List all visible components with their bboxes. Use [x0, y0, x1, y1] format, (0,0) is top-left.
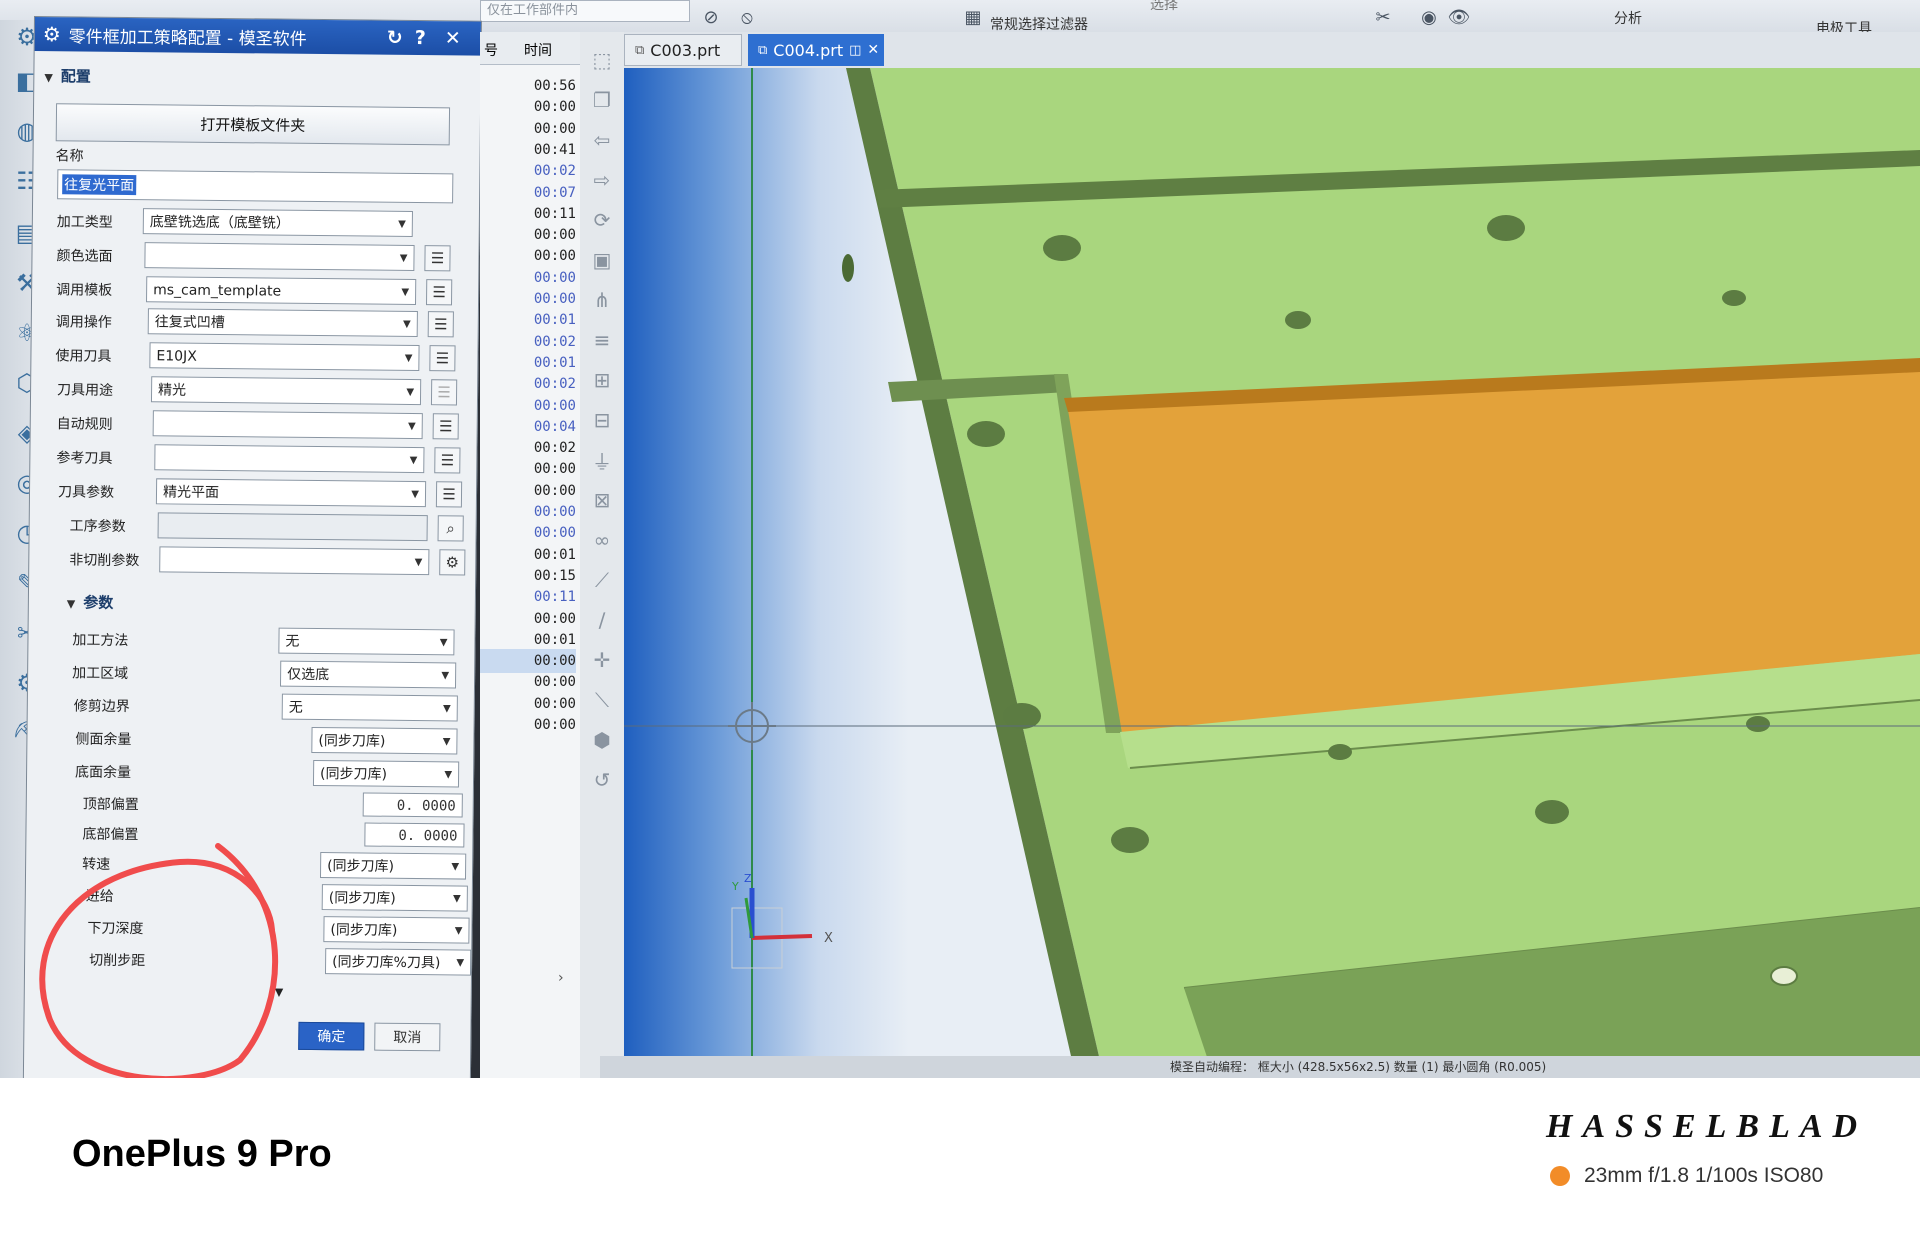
refresh-icon[interactable]: ↺ [588, 766, 616, 794]
unsaved-icon: ◫ [849, 42, 862, 58]
device-name: OnePlus 9 Pro [72, 1133, 332, 1175]
operation-time-column: 号 时间 00:56 00:00 00:00 00:41 00:02 00:07 00:11… [480, 32, 581, 1078]
chevron-down-icon: ▼ [443, 703, 451, 715]
tree-view-icon[interactable]: ⋔ [588, 286, 616, 314]
chevron-down-icon: ▼ [454, 925, 463, 937]
filter-combo[interactable]: 仅在工作部件内 [480, 0, 690, 22]
select-filter-label[interactable]: 常规选择过滤器 [990, 14, 1088, 34]
hole [1328, 744, 1352, 760]
id-column-header: 号 [484, 43, 498, 59]
select-filter-icon[interactable]: ▦ [962, 6, 984, 28]
link-icon[interactable]: ∞ [588, 526, 616, 554]
filter-icon[interactable]: ⊘ [700, 6, 722, 28]
color-face-list-icon[interactable]: ☰ [424, 245, 451, 272]
tool-purpose-list-icon[interactable]: ☰ [430, 379, 458, 406]
solid-icon[interactable]: ⬢ [588, 726, 616, 754]
close-icon[interactable]: ✕ [445, 27, 461, 49]
axis-icon[interactable]: ✛ [588, 646, 616, 674]
chevron-right-icon[interactable]: › [558, 970, 564, 986]
line-icon[interactable]: ⟋ [588, 566, 616, 594]
hole [967, 421, 1005, 447]
triad-x-label: X [824, 931, 833, 946]
slash-icon[interactable]: ∕ [588, 606, 616, 634]
funnel-icon[interactable]: ⏚ [588, 446, 616, 474]
status-text: 模圣自动编程： 框大小 (428.5x56x2.5) 数量 (1) 最小圆角 (… [1170, 1060, 1547, 1074]
non-cutting-settings-icon[interactable]: ⚙ [439, 549, 466, 576]
view-eye-icon[interactable]: 👁 [1448, 6, 1471, 28]
exif-info: 23mm f/1.8 1/100s ISO80 [1550, 1164, 1823, 1188]
rotate-view-icon[interactable]: ⟳ [588, 206, 616, 234]
chevron-down-icon: ▼ [453, 893, 461, 905]
grid-view-icon[interactable]: ⊞ [588, 366, 616, 394]
status-bar: 模圣自动编程： 框大小 (428.5x56x2.5) 数量 (1) 最小圆角 (… [600, 1056, 1920, 1078]
tab-c003-label: C003.prt [650, 40, 721, 60]
list-view-icon[interactable]: ≡ [588, 326, 616, 354]
call-template-list-icon[interactable]: ☰ [425, 279, 453, 306]
hole [1722, 290, 1746, 306]
deselect-icon[interactable]: ⦸ [736, 6, 758, 28]
screen: 仅在工作部件内 ⊘ ⦸ ▦ 常规选择过滤器 选择 ✂ ◉ 👁 分析 电极工具 ⚙… [0, 0, 1920, 1078]
arrow-left-icon[interactable]: ⇦ [588, 126, 616, 154]
select-label: 选择 [1150, 0, 1178, 13]
copy-view-icon[interactable]: ❐ [588, 86, 616, 114]
tab-c004[interactable]: ⧉ C004.prt ◫ ✕ [748, 34, 884, 66]
auto-rule-list-icon[interactable]: ☰ [432, 413, 459, 440]
reference-tool-list-icon[interactable]: ☰ [434, 447, 461, 474]
close-tab-icon[interactable]: ✕ [867, 42, 879, 58]
mcs-icon[interactable]: ◉ [1418, 6, 1440, 28]
chevron-down-icon: ▼ [442, 736, 451, 748]
hole [1285, 311, 1311, 329]
measure-icon[interactable]: ⟍ [588, 686, 616, 714]
snap-icon[interactable]: ✂ [1372, 6, 1394, 28]
triad-z-label: Z [744, 872, 752, 885]
graphics-viewport[interactable]: X Y Z [624, 68, 1920, 1078]
call-operation-list-icon[interactable]: ☰ [427, 311, 454, 338]
use-tool-list-icon[interactable]: ☰ [429, 345, 456, 372]
layer-view-icon[interactable]: ▣ [588, 246, 616, 274]
part-file-icon: ⧉ [758, 42, 768, 58]
chevron-down-icon: ▼ [439, 637, 448, 649]
hole [1043, 235, 1081, 261]
hole [1487, 215, 1525, 241]
part-model: X Y Z [624, 68, 1920, 1078]
document-tabs: ⧉ C003.prt ⧉ C004.prt ◫ ✕ [624, 32, 1920, 69]
tab-c004-label: C004.prt [773, 40, 844, 60]
hole [1746, 716, 1770, 732]
time-column-header: 号 时间 [480, 32, 580, 65]
chevron-down-icon: ▼ [456, 957, 465, 969]
orange-dot-icon [1550, 1166, 1570, 1186]
annotation-stroke [39, 843, 279, 1078]
chevron-down-icon: ▼ [441, 670, 450, 682]
table-view-icon[interactable]: ⊟ [588, 406, 616, 434]
tab-c003[interactable]: ⧉ C003.prt [624, 34, 742, 66]
array-icon[interactable]: ⊠ [588, 486, 616, 514]
hole [1003, 703, 1041, 729]
cube-view-icon[interactable]: ⬚ [588, 46, 616, 74]
view-toolbar: ⬚ ❐ ⇦ ⇨ ⟳ ▣ ⋔ ≡ ⊞ ⊟ ⏚ ⊠ ∞ ⟋ ∕ ✛ ⟍ ⬢ ↺ [580, 32, 625, 1078]
hole [1770, 966, 1798, 986]
hole [842, 254, 854, 282]
hole [1111, 827, 1149, 853]
chevron-down-icon: ▼ [444, 769, 453, 781]
part-file-icon: ⧉ [635, 42, 645, 58]
chevron-down-icon: ▼ [451, 861, 460, 873]
time-cell[interactable]: 00:00 [480, 713, 576, 737]
tool-params-list-icon[interactable]: ☰ [435, 481, 463, 508]
red-circle-annotation [39, 843, 279, 1078]
analysis-tab[interactable]: 分析 [1614, 8, 1642, 28]
time-header: 时间 [524, 43, 552, 59]
triad-y-label: Y [731, 880, 739, 893]
arrow-right-icon[interactable]: ⇨ [588, 166, 616, 194]
operation-params-search-icon[interactable]: ⌕ [437, 515, 464, 542]
triad-x-axis [751, 934, 813, 940]
camera-brand-logo: HASSELBLAD [1546, 1108, 1868, 1145]
exif-text: 23mm f/1.8 1/100s ISO80 [1584, 1164, 1824, 1187]
hole [1535, 800, 1569, 824]
